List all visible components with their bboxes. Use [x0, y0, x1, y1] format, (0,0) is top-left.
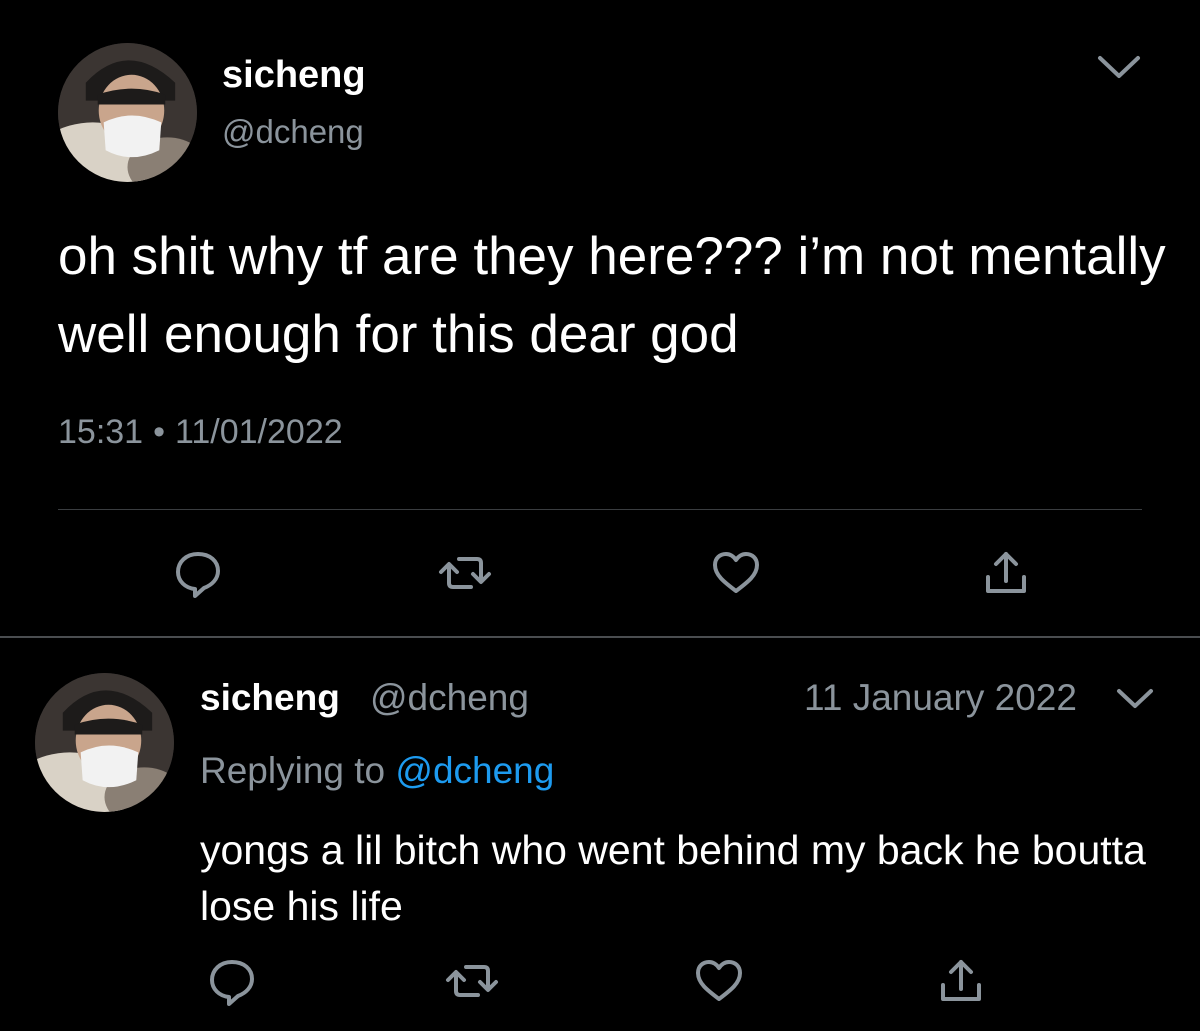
retweet-icon[interactable]: [437, 545, 493, 601]
replying-to-label: Replying to: [200, 750, 386, 791]
profile-photo: [58, 43, 197, 182]
replying-to-handle-link[interactable]: @dcheng: [395, 750, 554, 791]
avatar[interactable]: [58, 43, 197, 182]
user-handle[interactable]: @dcheng: [370, 677, 529, 719]
tweet-timestamp[interactable]: 15:31 • 11/01/2022: [58, 413, 343, 452]
reply-icon[interactable]: [170, 545, 226, 601]
like-icon[interactable]: [708, 545, 764, 601]
share-icon[interactable]: [933, 953, 989, 1009]
tweet-date[interactable]: 11 January 2022: [804, 677, 1077, 719]
separator-dot: •: [153, 413, 165, 451]
user-handle[interactable]: @dcheng: [222, 113, 364, 151]
like-icon[interactable]: [691, 953, 747, 1009]
divider: [58, 509, 1142, 510]
retweet-icon[interactable]: [444, 953, 500, 1009]
share-icon[interactable]: [978, 545, 1034, 601]
tweet-text: yongs a lil bitch who went behind my bac…: [200, 827, 1146, 929]
display-name[interactable]: sicheng: [200, 677, 340, 719]
avatar[interactable]: [35, 673, 174, 812]
profile-photo: [35, 673, 174, 812]
display-name[interactable]: sicheng: [222, 54, 366, 97]
tweet-time: 15:31: [58, 413, 144, 451]
chevron-down-icon[interactable]: [1094, 52, 1144, 82]
tweet-date: 11/01/2022: [175, 413, 343, 451]
replying-to-line: Replying to @dcheng: [200, 750, 554, 792]
reply-icon[interactable]: [204, 953, 260, 1009]
tweet-text: oh shit why tf are they here??? i’m not …: [58, 227, 1166, 364]
divider: [0, 636, 1200, 638]
chevron-down-icon[interactable]: [1114, 686, 1156, 712]
